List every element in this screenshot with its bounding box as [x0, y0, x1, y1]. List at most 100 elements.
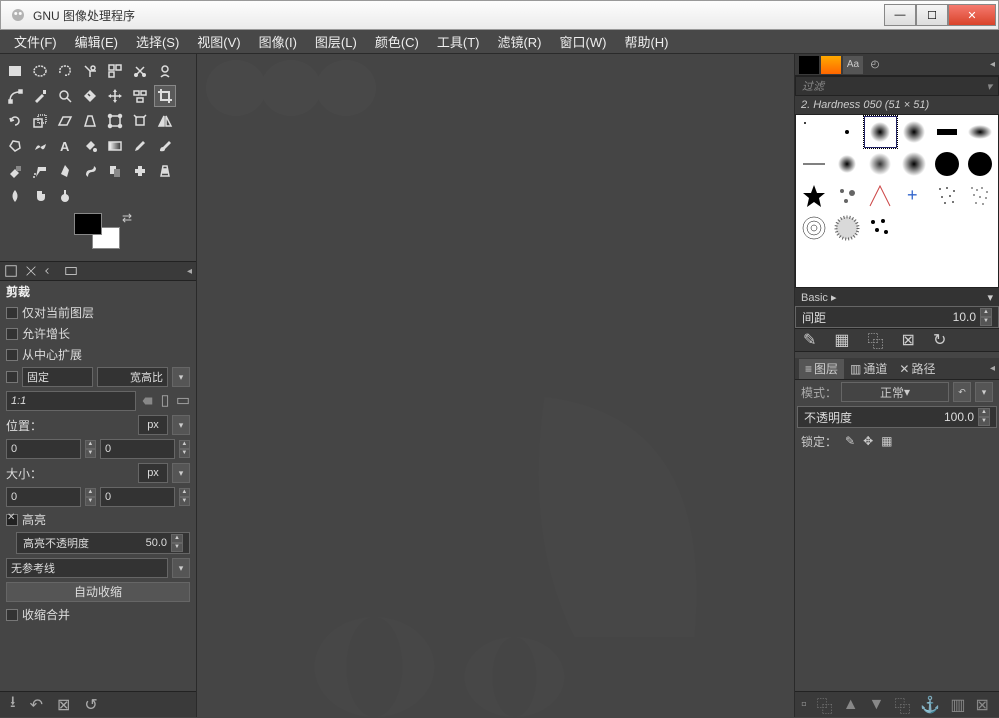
chk-current-layer[interactable] — [6, 307, 18, 319]
menu-layer[interactable]: 图层(L) — [307, 30, 365, 53]
new-brush-icon[interactable]: ▦ — [834, 330, 849, 350]
tab-brushes[interactable] — [799, 56, 819, 74]
tab-patterns[interactable] — [821, 56, 841, 74]
menu-window[interactable]: 窗口(W) — [552, 30, 615, 53]
raise-layer-icon[interactable]: ▲ — [843, 696, 859, 714]
landscape-icon[interactable] — [176, 394, 190, 408]
tab-history[interactable]: ◴ — [865, 56, 885, 74]
brush-item[interactable] — [797, 180, 830, 212]
tool-handle-transform[interactable] — [129, 110, 151, 132]
brush-item[interactable] — [930, 148, 963, 180]
brushes-collapse-icon[interactable]: ◂ — [990, 59, 995, 70]
tool-warp[interactable] — [29, 135, 51, 157]
layer-list[interactable] — [795, 452, 999, 691]
maximize-button[interactable]: ☐ — [916, 4, 948, 26]
tool-mypaint[interactable] — [79, 160, 101, 182]
ratio-input[interactable]: 1:1 — [6, 391, 136, 411]
brush-spacing-slider[interactable]: 间距 10.0 ▲▼ — [795, 306, 999, 328]
menu-edit[interactable]: 编辑(E) — [67, 30, 126, 53]
save-preset-icon[interactable]: ⭳ — [10, 691, 16, 718]
tab-layers[interactable]: ≡图层 — [799, 359, 844, 379]
size-unit[interactable]: px — [138, 463, 168, 483]
layers-collapse-icon[interactable]: ◂ — [990, 363, 995, 374]
mode-select[interactable]: 正常 ▾ — [841, 382, 949, 402]
lock-pixels-icon[interactable]: ✎ — [845, 434, 855, 448]
tool-fuzzy-select[interactable] — [79, 60, 101, 82]
tab-fonts[interactable]: Aa — [843, 56, 863, 74]
reset-icon[interactable]: ↺ — [84, 695, 97, 715]
tab-device-icon[interactable] — [24, 264, 38, 278]
tool-dodge[interactable] — [54, 185, 76, 207]
tool-pencil[interactable] — [129, 135, 151, 157]
brush-item[interactable] — [797, 116, 830, 148]
restore-icon[interactable]: ↶ — [30, 695, 43, 715]
pos-unit-dd[interactable]: ▾ — [172, 415, 190, 435]
menu-file[interactable]: 文件(F) — [6, 30, 65, 53]
brush-item[interactable] — [830, 148, 863, 180]
brush-item[interactable] — [930, 116, 963, 148]
brush-item[interactable] — [830, 116, 863, 148]
highlight-opacity-slider[interactable]: 高亮不透明度 50.0 ▲▼ — [16, 532, 190, 554]
delete-brush-icon[interactable]: ⊠ — [902, 330, 915, 350]
brush-item[interactable] — [964, 148, 997, 180]
portrait-icon[interactable] — [158, 394, 172, 408]
tool-measure[interactable] — [79, 85, 101, 107]
lower-layer-icon[interactable]: ▼ — [869, 696, 885, 714]
menu-select[interactable]: 选择(S) — [128, 30, 187, 53]
tool-scale[interactable] — [29, 110, 51, 132]
fg-color[interactable] — [74, 213, 102, 235]
brush-item[interactable] — [864, 212, 897, 244]
brush-item[interactable] — [797, 148, 830, 180]
tool-perspective-clone[interactable] — [154, 160, 176, 182]
guides-dd[interactable]: ▾ — [172, 558, 190, 578]
edit-brush-icon[interactable]: ✎ — [803, 330, 816, 350]
pos-unit[interactable]: px — [138, 415, 168, 435]
chk-shrink-merge[interactable] — [6, 609, 18, 621]
pos-y-input[interactable]: 0 — [100, 439, 175, 459]
tool-ellipse-select[interactable] — [29, 60, 51, 82]
aspect-dropdown-icon[interactable]: ▾ — [172, 367, 190, 387]
tool-airbrush[interactable] — [29, 160, 51, 182]
tab-channels[interactable]: ▥通道 — [844, 359, 893, 379]
layer-opacity-slider[interactable]: 不透明度 100.0 ▲▼ — [797, 406, 997, 428]
brush-grid[interactable]: + — [795, 114, 999, 288]
brush-item[interactable] — [930, 180, 963, 212]
tool-text[interactable]: A — [54, 135, 76, 157]
tool-perspective[interactable] — [79, 110, 101, 132]
clear-ratio-icon[interactable] — [140, 394, 154, 408]
tab-images-icon[interactable] — [64, 264, 78, 278]
brush-item[interactable] — [964, 180, 997, 212]
tool-color-picker[interactable] — [29, 85, 51, 107]
tool-foreground-select[interactable] — [154, 60, 176, 82]
tool-scissors[interactable] — [129, 60, 151, 82]
chk-highlight[interactable] — [6, 514, 18, 526]
new-layer-icon[interactable]: ▫ — [801, 696, 807, 714]
brush-item[interactable] — [897, 116, 930, 148]
tab-paths[interactable]: ✕路径 — [893, 359, 941, 379]
brush-item[interactable] — [797, 212, 830, 244]
brush-item[interactable] — [897, 148, 930, 180]
tool-crop[interactable] — [154, 85, 176, 107]
tool-bucket[interactable] — [79, 135, 101, 157]
brush-item[interactable] — [830, 212, 863, 244]
tool-ink[interactable] — [54, 160, 76, 182]
aspect-select[interactable]: 宽高比 — [97, 367, 168, 387]
tool-smudge[interactable] — [29, 185, 51, 207]
brush-item-selected[interactable] — [864, 116, 897, 148]
swap-colors-icon[interactable]: ⇄ — [122, 211, 132, 225]
lock-position-icon[interactable]: ✥ — [863, 434, 873, 448]
pos-x-input[interactable]: 0 — [6, 439, 81, 459]
brush-item[interactable] — [864, 180, 897, 212]
canvas-area[interactable] — [197, 54, 794, 717]
brush-item[interactable]: + — [897, 180, 930, 212]
tool-paintbrush[interactable] — [154, 135, 176, 157]
tool-blur[interactable] — [4, 185, 26, 207]
tab-tool-options-icon[interactable] — [4, 264, 18, 278]
menu-color[interactable]: 颜色(C) — [367, 30, 427, 53]
mode-switch-icon[interactable]: ↶ — [953, 382, 971, 402]
brush-item[interactable] — [864, 148, 897, 180]
tool-rotate[interactable] — [4, 110, 26, 132]
collapse-icon[interactable]: ◂ — [187, 266, 192, 277]
brush-item[interactable] — [964, 116, 997, 148]
menu-filters[interactable]: 滤镜(R) — [489, 30, 549, 53]
